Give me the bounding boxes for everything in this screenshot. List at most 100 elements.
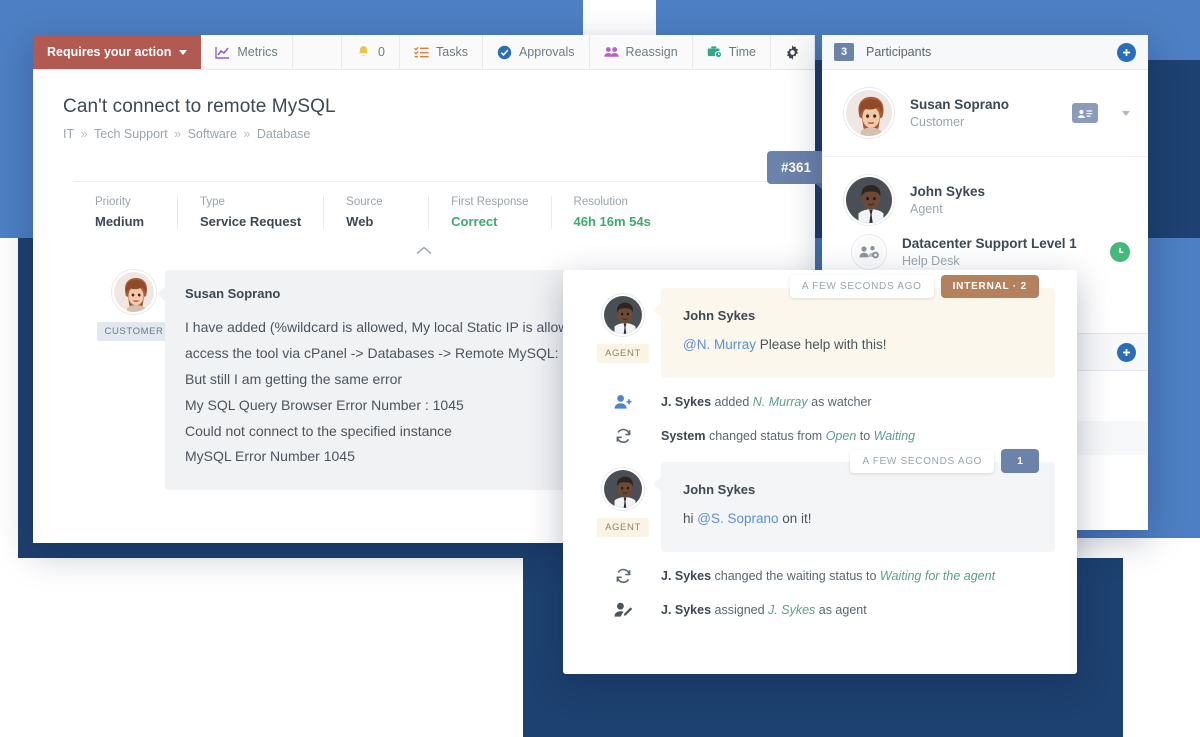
activity-message-bubble: A FEW SECONDS AGOINTERNAL · 2John Sykes@… [661,288,1055,378]
avatar [112,270,156,314]
avatar [602,468,644,510]
chart-icon [215,45,230,60]
breadcrumb-separator: » [77,127,91,141]
background-panel-light-blue-right [656,0,1200,40]
activity-actor: J. Sykes [661,569,711,583]
tasks-icon [414,45,429,60]
requires-your-action-dropdown[interactable]: Requires your action [33,35,201,69]
activity-message-tags: A FEW SECONDS AGO1 [850,449,1039,473]
activity-event: J. Sykes assigned J. Sykes as agent [585,602,1055,618]
ticket-meta-cell: PriorityMedium [73,196,178,229]
refresh-icon [585,428,661,444]
background-panel-white-bottom [0,558,523,737]
participant-row-customer[interactable]: Susan Soprano Customer [822,70,1148,157]
activity-event-text: System changed status from Open to Waiti… [661,429,915,443]
activity-message-aside: AGENT [585,462,661,552]
message-body: @N. Murray Please help with this! [683,337,1033,352]
toolbar-item-notifications[interactable]: 0 [342,35,400,69]
collapse-details-chevron-icon[interactable] [63,243,785,258]
breadcrumb-item[interactable]: Software [188,127,237,141]
activity-message-aside: AGENT [585,288,661,378]
breadcrumb-item[interactable]: IT [63,127,74,141]
avatar [602,294,644,336]
participant-info: Susan Soprano Customer [910,97,1056,129]
toolbar-item-reassign[interactable]: Reassign [590,35,693,69]
ticket-toolbar: Requires your action Metrics 0 [33,35,815,70]
activity-message-tags: A FEW SECONDS AGOINTERNAL · 2 [790,275,1039,298]
activity-event: J. Sykes added N. Murray as watcher [585,394,1055,410]
activity-target-secondary: Waiting [874,429,915,443]
ticket-meta-cell: Resolution46h 16m 54s [552,196,673,229]
toolbar-item-settings[interactable] [771,35,815,69]
timestamp-badge: A FEW SECONDS AGO [790,275,934,298]
ticket-meta-label: Source [346,196,406,208]
toolbar-label-tasks: Tasks [436,45,468,59]
participants-panel-header: 3 Participants [822,35,1148,70]
toolbar-label-time: Time [729,45,756,59]
participant-info: John Sykes Agent [910,184,1130,216]
participants-count-badge: 3 [834,43,854,61]
toolbar-item-approvals[interactable]: Approvals [483,35,590,69]
toolbar-label-metrics: Metrics [237,45,277,59]
toolbar-label-notifications: 0 [378,45,385,59]
ticket-meta-value: Correct [451,214,528,229]
ticket-meta-cell: First Response Correct [429,196,551,229]
ticket-meta-value: 46h 16m 54s [574,214,651,229]
breadcrumb-item[interactable]: Database [257,127,311,141]
activity-message: AGENT A FEW SECONDS AGO1John Sykeshi @S. … [585,462,1055,552]
breadcrumb-separator: » [240,127,254,141]
mention-link[interactable]: @N. Murray [683,337,756,352]
chevron-down-icon [179,50,187,55]
add-participant-button[interactable] [1117,43,1136,62]
gear-icon [785,45,800,60]
activity-target: Open [826,429,857,443]
breadcrumb-item[interactable]: Tech Support [94,127,168,141]
participant-name: Datacenter Support Level 1 [902,236,1094,251]
mention-link[interactable]: @S. Soprano [697,511,778,526]
role-badge-agent: AGENT [597,344,649,363]
assign-agent-icon [585,602,661,618]
activity-target: J. Sykes [768,603,815,617]
customer-message-aside: CUSTOMER [103,270,165,490]
ticket-meta-label: Type [200,196,301,208]
activity-event-text: J. Sykes assigned J. Sykes as agent [661,603,867,617]
chevron-down-icon[interactable] [1122,111,1130,116]
role-badge-agent: AGENT [597,518,649,537]
add-item-button[interactable] [1117,343,1136,362]
participant-name: Susan Soprano [910,97,1056,112]
ticket-meta-value: Medium [95,214,155,229]
toolbar-item-time[interactable]: Time [693,35,771,69]
approvals-icon [497,45,512,60]
ticket-meta-cell: TypeService Request [178,196,324,229]
toolbar-item-metrics[interactable]: Metrics [201,35,292,69]
background-panel-white-gap [583,0,656,40]
message-author: John Sykes [683,308,1033,323]
activity-target: N. Murray [753,395,808,409]
toolbar-label-reassign: Reassign [626,45,678,59]
contact-card-icon[interactable] [1072,103,1098,123]
ticket-number-badge: #361 [767,151,825,184]
count-badge: 1 [1001,449,1039,473]
time-icon [707,45,722,60]
avatar [844,88,894,138]
requires-your-action-label: Requires your action [47,45,171,59]
page-title: Can't connect to remote MySQL [63,96,785,118]
participant-row-agent[interactable]: John Sykes Agent [822,157,1148,231]
ticket-meta-value: Web [346,214,406,229]
activity-event: J. Sykes changed the waiting status to W… [585,568,1055,584]
activity-message: AGENT A FEW SECONDS AGOINTERNAL · 2John S… [585,288,1055,378]
participant-name: John Sykes [910,184,1130,199]
activity-actor: J. Sykes [661,603,711,617]
toolbar-item-tasks[interactable]: Tasks [400,35,483,69]
activity-message-bubble: A FEW SECONDS AGO1John Sykeshi @S. Sopra… [661,462,1055,552]
participant-role: Customer [910,115,1056,129]
clock-icon [1110,242,1130,262]
refresh-icon [585,568,661,584]
avatar [844,175,894,225]
activity-event: System changed status from Open to Waiti… [585,428,1055,444]
role-badge-customer: CUSTOMER [97,322,172,341]
participant-info: Datacenter Support Level 1 Help Desk [902,236,1094,268]
ticket-meta-label: First Response [451,196,528,208]
bell-icon [356,45,371,60]
activity-actor: System [661,429,705,443]
